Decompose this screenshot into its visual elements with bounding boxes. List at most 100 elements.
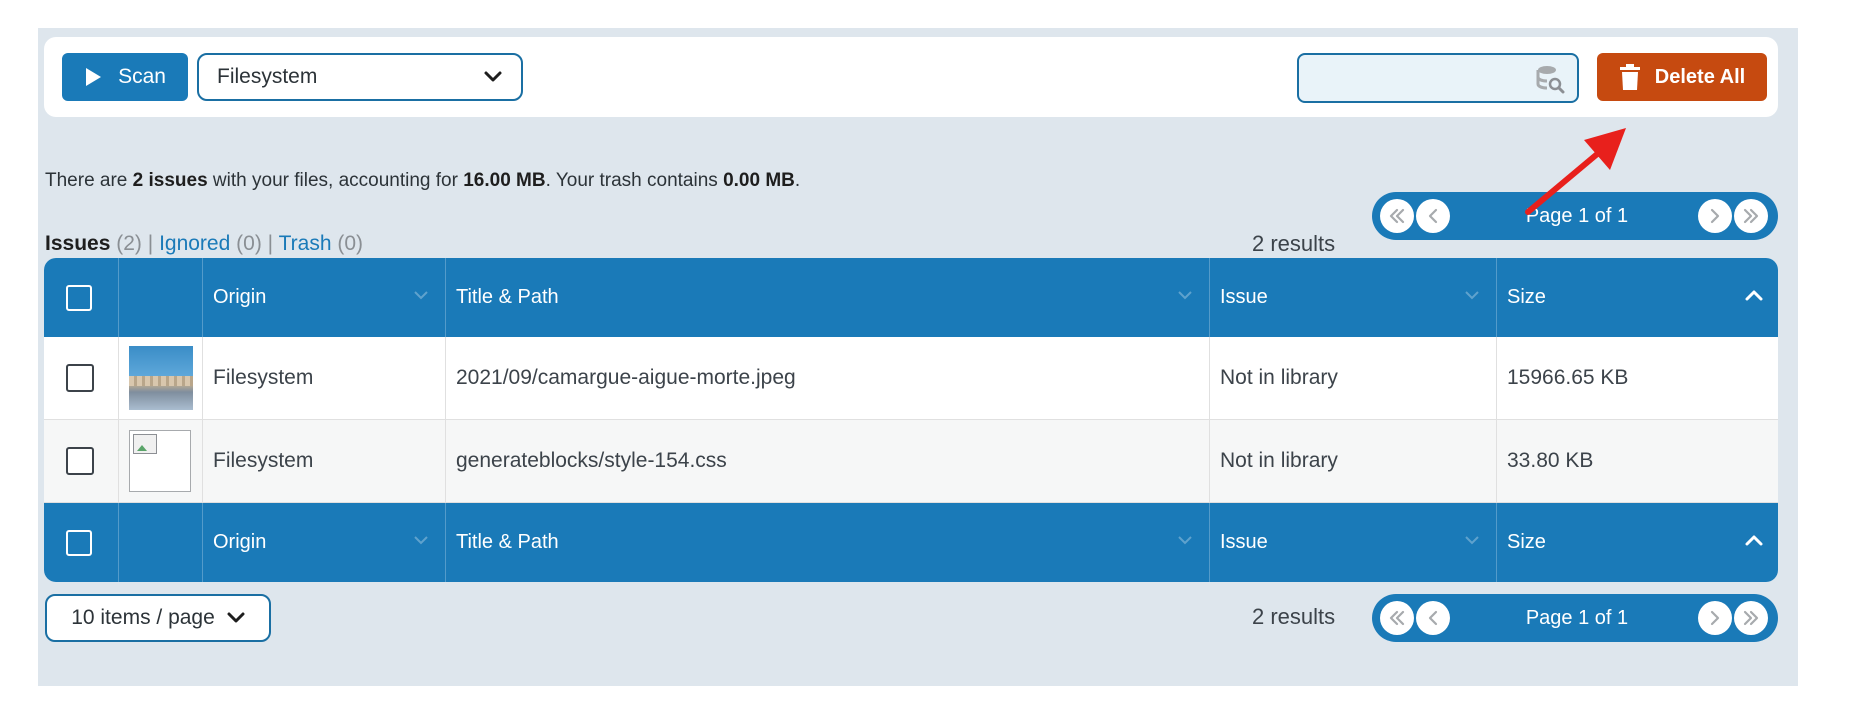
double-chevron-left-icon [1389,610,1405,626]
scan-button-label: Scan [118,65,166,88]
chevron-down-icon [227,612,245,623]
delete-all-button[interactable]: Delete All [1597,53,1767,101]
play-icon [86,68,102,86]
header-size[interactable]: Size [1497,258,1778,337]
search-input[interactable] [1297,53,1579,103]
next-page-button[interactable] [1698,601,1732,635]
origin-select[interactable]: Filesystem [197,53,523,101]
filter-trash[interactable]: Trash [279,232,332,255]
last-page-button[interactable] [1734,601,1768,635]
prev-page-button[interactable] [1416,601,1450,635]
footer-title-path[interactable]: Title & Path [446,503,1210,582]
row-checkbox[interactable] [66,364,94,392]
table-row[interactable]: Filesystem 2021/09/camargue-aigue-morte.… [44,337,1778,420]
sort-ascending-chevron-icon [1745,290,1763,301]
footer-size[interactable]: Size [1497,503,1778,582]
results-count-top: 2 results [1252,231,1336,256]
database-search-icon [1536,66,1565,94]
header-size-label: Size [1507,286,1546,308]
filter-issues[interactable]: Issues [45,232,110,255]
double-chevron-left-icon [1389,208,1405,224]
header-thumbnail-cell [119,258,203,337]
chevron-right-icon [1710,208,1720,224]
filter-trash-count: (0) [337,232,364,255]
header-origin-label: Origin [213,286,267,308]
header-issue-label: Issue [1220,286,1268,308]
row-thumbnail-cell [119,420,203,502]
double-chevron-right-icon [1743,610,1759,626]
summary-issues: 2 issues [132,170,208,191]
media-cleaner-panel: Scan Filesystem Delete All There are 2 i… [38,28,1798,686]
row-select-cell [44,337,119,419]
footer-select-cell [44,503,119,582]
items-per-page-label: 10 items / page [71,606,215,629]
summary-mid2: . Your trash contains [545,170,724,191]
origin-select-value: Filesystem [217,65,318,88]
double-chevron-right-icon [1743,208,1759,224]
footer-title-path-label: Title & Path [456,531,559,553]
delete-all-label: Delete All [1654,65,1746,88]
chevron-down-icon [484,71,502,82]
origin-cell: Filesystem [203,420,446,502]
broken-image-icon [129,430,191,492]
first-page-button[interactable] [1380,601,1414,635]
summary-mid1: with your files, accounting for [207,170,464,191]
issue-cell: Not in library [1210,420,1497,502]
page-indicator: Page 1 of 1 [1525,607,1629,629]
sort-ascending-chevron-icon [1745,535,1763,546]
header-title-path[interactable]: Title & Path [446,258,1210,337]
size-cell: 33.80 KB [1507,449,1594,472]
scan-button[interactable]: Scan [62,53,188,101]
summary-suffix: . [794,170,801,191]
issue-cell: Not in library [1210,337,1497,419]
footer-thumbnail-cell [119,503,203,582]
filter-ignored-count: (0) [236,232,262,255]
last-page-button[interactable] [1734,199,1768,233]
footer-issue-label: Issue [1220,531,1268,553]
footer-issue[interactable]: Issue [1210,503,1497,582]
filter-ignored[interactable]: Ignored [159,232,230,255]
path-cell: generateblocks/style-154.css [446,420,1210,502]
header-select-cell [44,258,119,337]
sort-chevron-icon [1465,291,1479,300]
next-page-button[interactable] [1698,199,1732,233]
thumbnail-image [129,346,193,410]
issues-table: Origin Title & Path Issue Size Filesyste… [44,258,1778,582]
path-cell: 2021/09/camargue-aigue-morte.jpeg [446,337,1210,419]
header-title-path-label: Title & Path [456,286,559,308]
items-per-page-select[interactable]: 10 items / page [45,594,271,642]
row-thumbnail-cell [119,337,203,419]
select-all-checkbox-footer[interactable] [66,529,92,556]
chevron-right-icon [1710,610,1720,626]
summary-trash: 0.00 MB [723,170,795,191]
results-count-bottom: 2 results [1252,604,1336,629]
table-header: Origin Title & Path Issue Size [44,258,1778,337]
trash-icon [1619,64,1640,90]
header-origin[interactable]: Origin [203,258,446,337]
header-issue[interactable]: Issue [1210,258,1497,337]
summary-size: 16.00 MB [463,170,546,191]
row-select-cell [44,420,119,502]
size-cell: 15966.65 KB [1507,366,1629,389]
toolbar: Scan Filesystem Delete All [44,37,1778,117]
first-page-button[interactable] [1380,199,1414,233]
table-footer: Origin Title & Path Issue Size [44,503,1778,582]
sort-chevron-icon [414,536,428,545]
filter-separator: | [147,232,154,255]
select-all-checkbox[interactable] [66,284,92,311]
row-checkbox[interactable] [66,447,94,475]
chevron-left-icon [1428,208,1438,224]
table-row[interactable]: Filesystem generateblocks/style-154.css … [44,420,1778,503]
sort-chevron-icon [1465,536,1479,545]
footer-origin[interactable]: Origin [203,503,446,582]
filter-separator: | [267,232,274,255]
summary-text: There are 2 issues with your files, acco… [45,170,800,192]
annotation-arrow-icon [1525,128,1626,215]
origin-cell: Filesystem [203,337,446,419]
filter-tabs: Issues (2) | Ignored (0) | Trash (0) [45,232,363,256]
pagination-bottom: Page 1 of 1 [1372,594,1778,642]
filter-issues-count: (2) [116,232,142,255]
prev-page-button[interactable] [1416,199,1450,233]
chevron-left-icon [1428,610,1438,626]
footer-size-label: Size [1507,531,1546,553]
